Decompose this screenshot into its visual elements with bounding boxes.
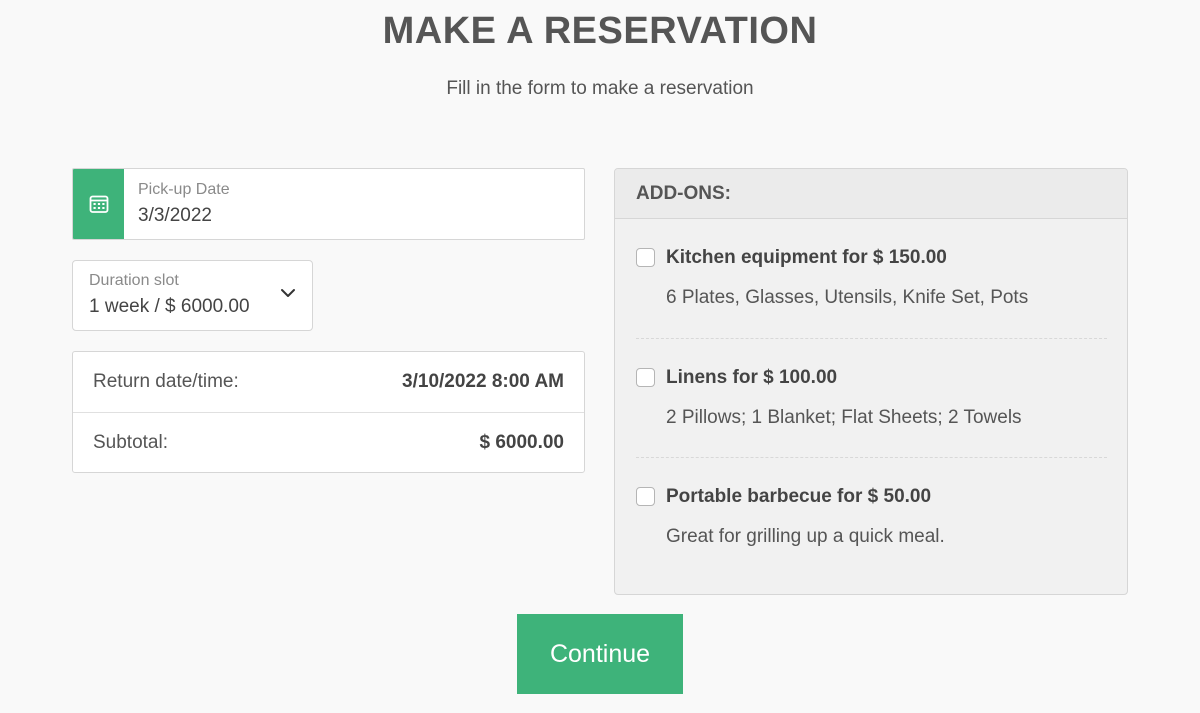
reservation-summary: Return date/time: 3/10/2022 8:00 AM Subt… <box>72 351 585 473</box>
subtotal-value: $ 6000.00 <box>479 431 564 453</box>
calendar-button[interactable] <box>73 169 124 239</box>
addon-portable-barbecue[interactable]: Portable barbecue for $ 50.00 Great for … <box>636 457 1107 576</box>
addon-description: Great for grilling up a quick meal. <box>666 526 945 547</box>
addon-checkbox[interactable] <box>636 248 655 267</box>
addons-panel: ADD-ONS: Kitchen equipment for $ 150.00 … <box>614 168 1128 595</box>
pickup-date-field[interactable]: Pick-up Date 3/3/2022 <box>72 168 585 240</box>
addon-description: 6 Plates, Glasses, Utensils, Knife Set, … <box>666 287 1029 308</box>
addons-heading: ADD-ONS: <box>615 169 1127 219</box>
pickup-date-label: Pick-up Date <box>138 181 230 198</box>
return-date-value: 3/10/2022 8:00 AM <box>402 371 564 392</box>
addon-checkbox[interactable] <box>636 368 655 387</box>
addon-checkbox[interactable] <box>636 487 655 506</box>
addon-title[interactable]: Kitchen equipment for $ 150.00 <box>666 247 1107 269</box>
duration-label: Duration slot <box>89 272 179 289</box>
subtotal-label: Subtotal: <box>93 431 168 453</box>
addon-linens[interactable]: Linens for $ 100.00 2 Pillows; 1 Blanket… <box>636 338 1107 457</box>
addon-kitchen-equipment[interactable]: Kitchen equipment for $ 150.00 6 Plates,… <box>636 219 1107 338</box>
continue-button[interactable]: Continue <box>517 614 683 694</box>
duration-value[interactable]: 1 week / $ 6000.00 <box>89 296 296 318</box>
page-subtitle: Fill in the form to make a reservation <box>446 78 754 99</box>
addon-description: 2 Pillows; 1 Blanket; Flat Sheets; 2 Tow… <box>666 407 1022 428</box>
subtotal-row: Subtotal: $ 6000.00 <box>73 412 584 472</box>
calendar-icon <box>89 195 108 213</box>
page-title: MAKE A RESERVATION <box>382 10 818 52</box>
addon-title[interactable]: Linens for $ 100.00 <box>666 367 1107 389</box>
addon-title[interactable]: Portable barbecue for $ 50.00 <box>666 486 1107 508</box>
pickup-date-content[interactable]: Pick-up Date 3/3/2022 <box>124 169 584 239</box>
pickup-date-value[interactable]: 3/3/2022 <box>138 205 570 227</box>
chevron-down-icon[interactable] <box>280 288 296 298</box>
duration-select[interactable]: Duration slot 1 week / $ 6000.00 <box>72 260 313 331</box>
return-date-label: Return date/time: <box>93 371 239 392</box>
return-date-row: Return date/time: 3/10/2022 8:00 AM <box>73 352 584 412</box>
